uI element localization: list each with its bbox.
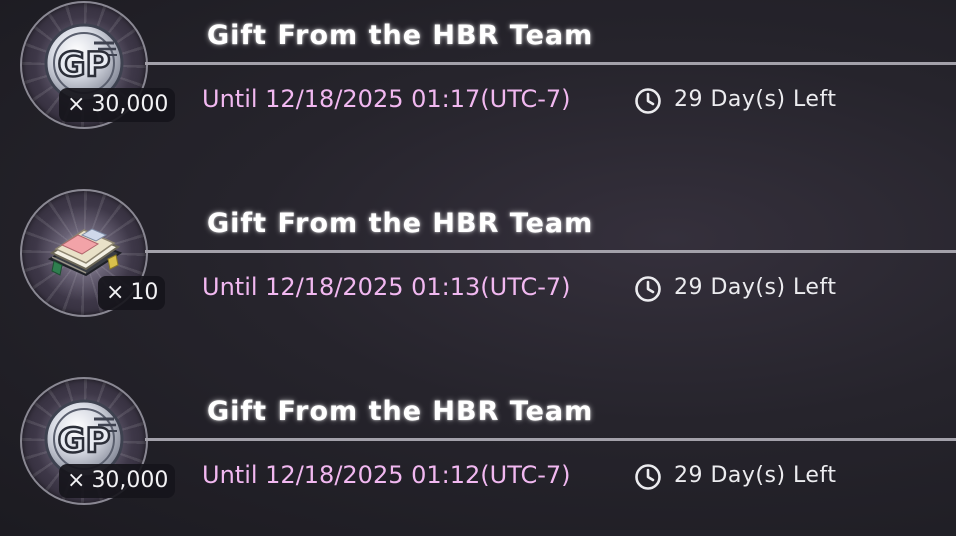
quantity-badge: × 10	[98, 276, 166, 310]
gift-row[interactable]: GP × 30,000 Gift From the HBR Team Until …	[0, 0, 956, 160]
multiply-icon: ×	[106, 280, 125, 305]
clock-icon	[635, 276, 661, 302]
gift-item-slot[interactable]: GP × 30,000	[20, 1, 176, 129]
row-divider	[145, 250, 956, 253]
clock-icon	[635, 464, 661, 490]
gift-title: Gift From the HBR Team	[207, 20, 594, 51]
clock-icon	[635, 88, 661, 114]
expiry-date: Until 12/18/2025 01:13(UTC-7)	[202, 273, 571, 301]
gift-row[interactable]: × 10 Gift From the HBR Team Until 12/18/2…	[0, 188, 956, 348]
multiply-icon: ×	[67, 92, 86, 117]
quantity-value: 30,000	[91, 468, 169, 493]
expiry-date: Until 12/18/2025 01:17(UTC-7)	[202, 85, 571, 113]
quantity-value: 10	[130, 280, 159, 305]
row-divider	[145, 438, 956, 441]
time-left: 29 Day(s) Left	[674, 87, 837, 112]
svg-text:GP: GP	[58, 421, 111, 461]
quantity-value: 30,000	[91, 92, 169, 117]
gift-title: Gift From the HBR Team	[207, 396, 594, 427]
time-left: 29 Day(s) Left	[674, 275, 837, 300]
expiry-date: Until 12/18/2025 01:12(UTC-7)	[202, 461, 571, 489]
gift-row[interactable]: GP × 30,000 Gift From the HBR Team Until …	[0, 376, 956, 536]
gift-item-slot[interactable]: × 10	[20, 189, 166, 317]
svg-text:GP: GP	[58, 45, 111, 85]
gift-item-slot[interactable]: GP × 30,000	[20, 377, 176, 505]
gift-title: Gift From the HBR Team	[207, 208, 594, 239]
multiply-icon: ×	[67, 468, 86, 493]
row-divider	[145, 62, 956, 65]
quantity-badge: × 30,000	[59, 464, 176, 498]
quantity-badge: × 30,000	[59, 88, 176, 122]
time-left: 29 Day(s) Left	[674, 463, 837, 488]
